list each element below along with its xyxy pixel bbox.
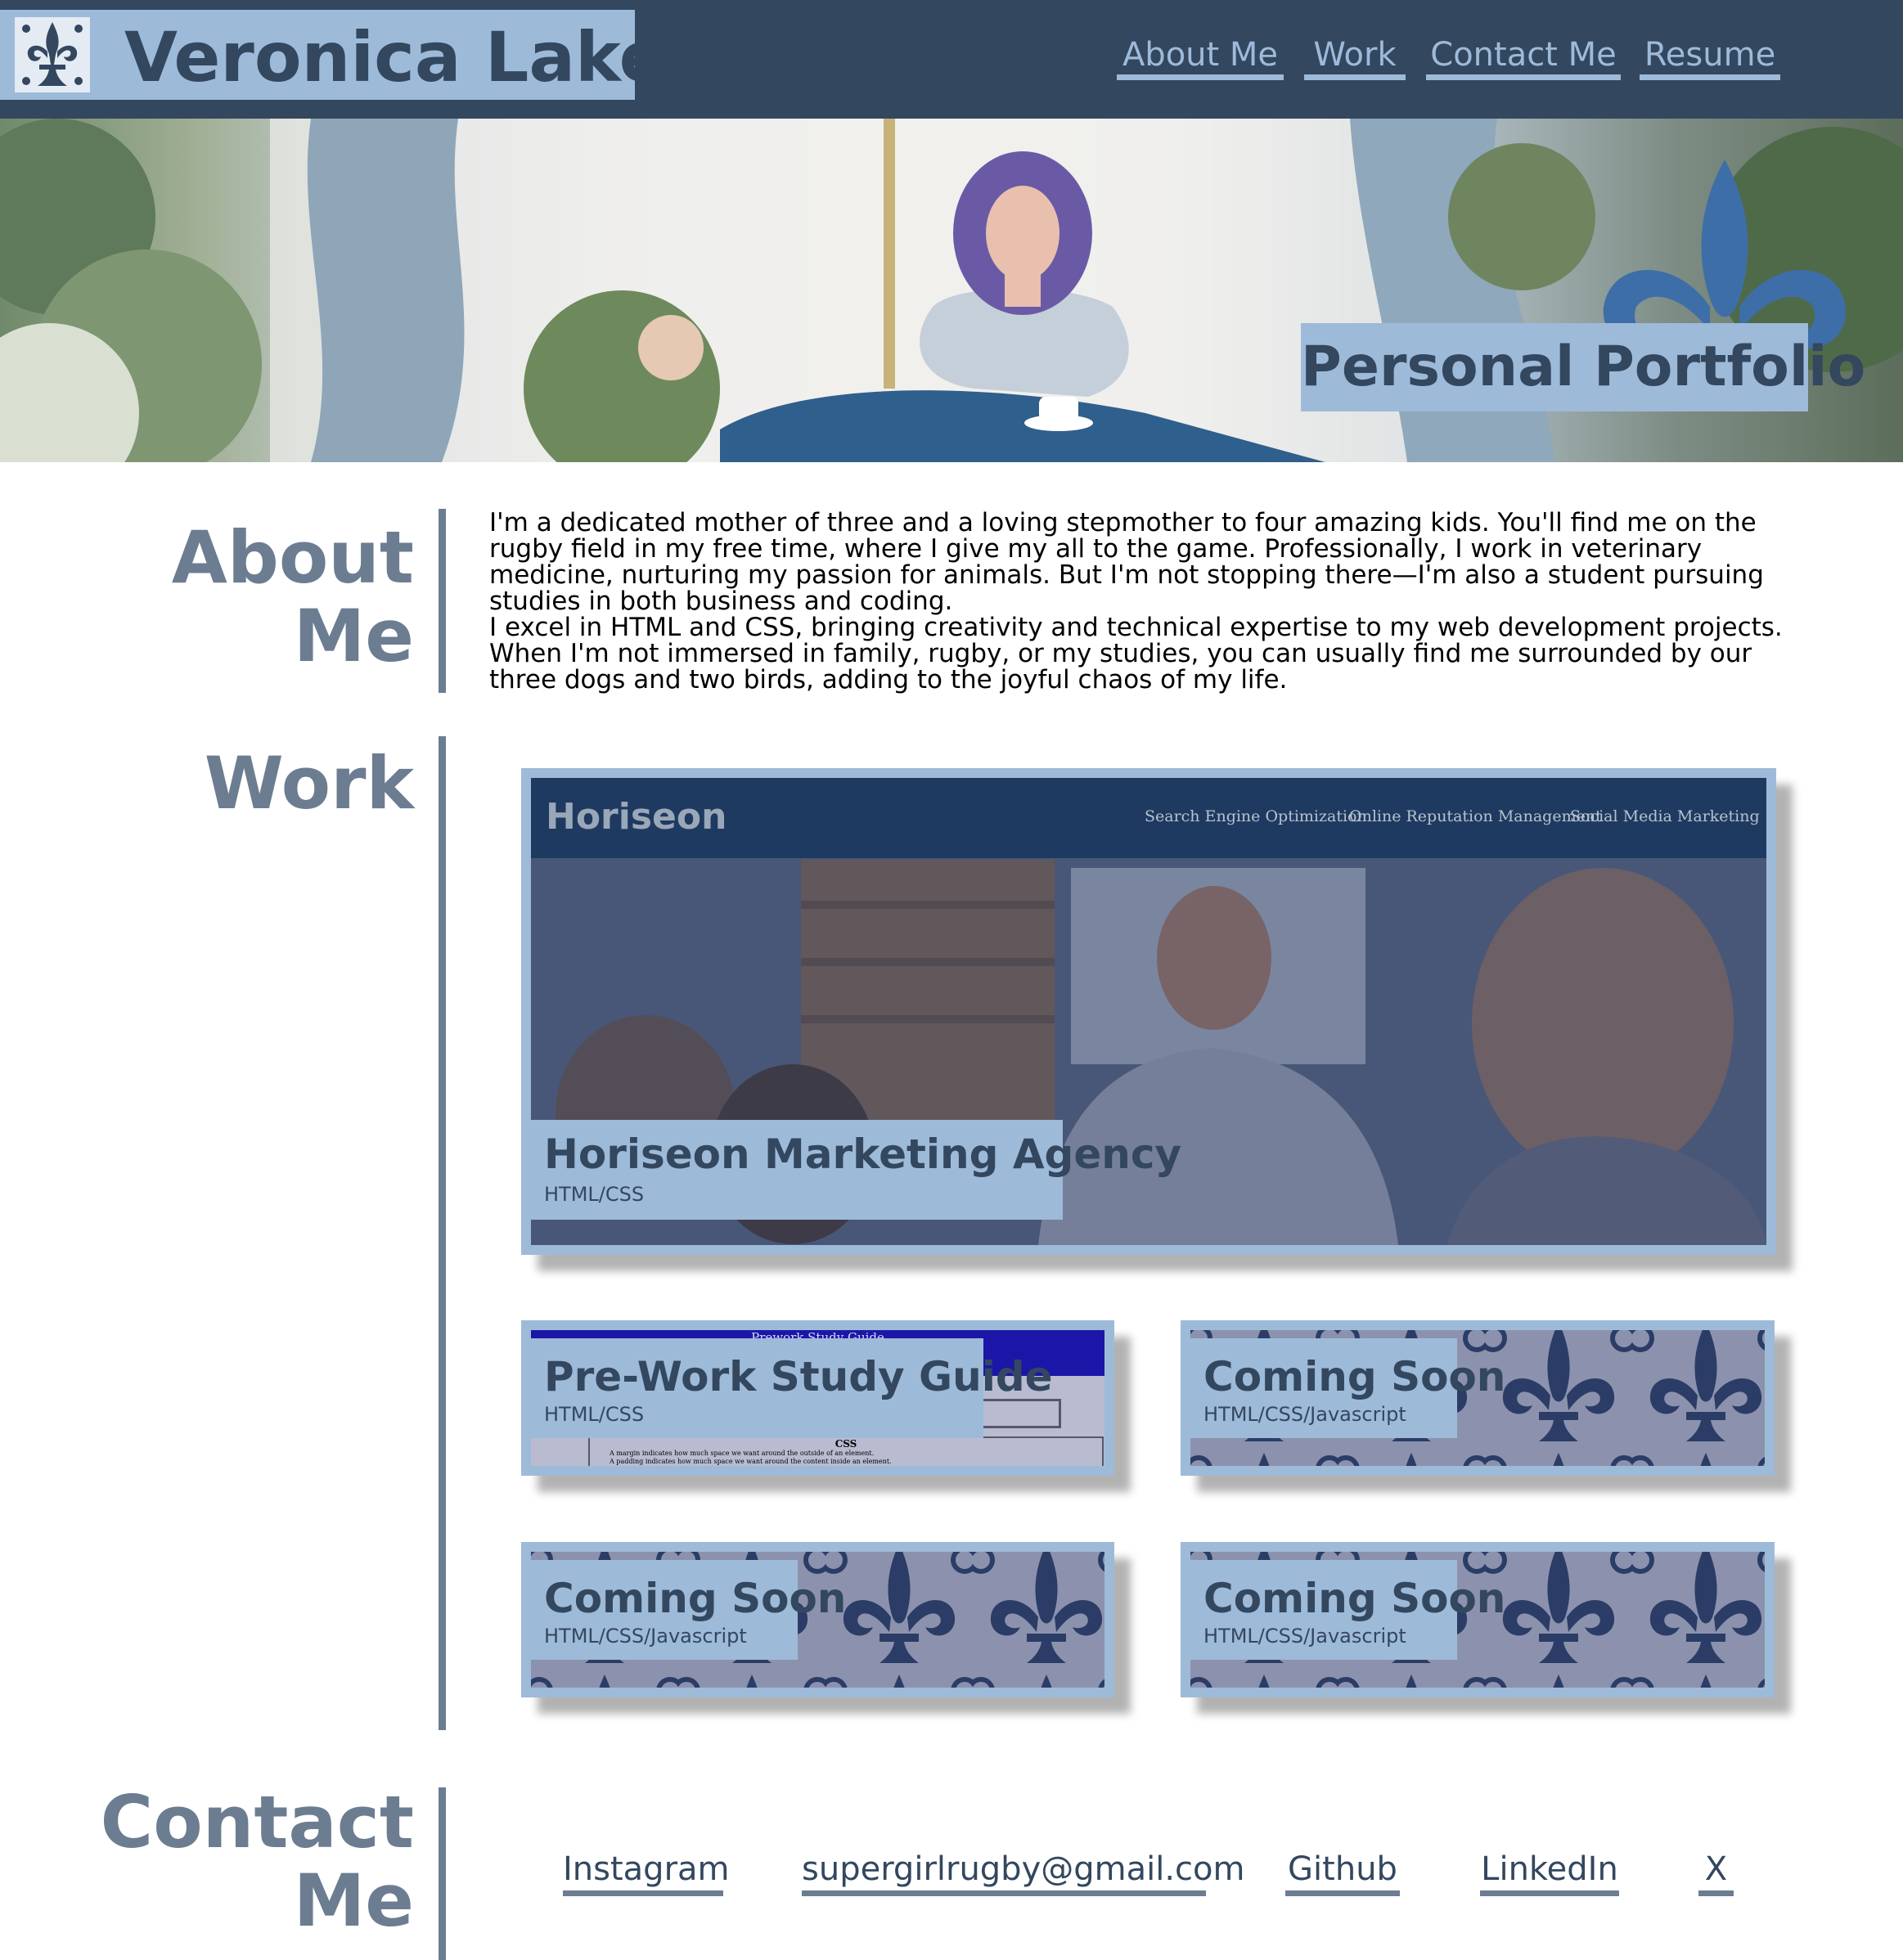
contact-me-heading: Contact Me (101, 1783, 414, 1940)
project-2-label: Coming Soon HTML/CSS/Javascript (1190, 1338, 1506, 1438)
contact-me-heading-line1: Contact (100, 1780, 414, 1864)
featured-project-tech: HTML/CSS (544, 1183, 645, 1206)
work-divider (439, 736, 446, 1730)
project-card-3[interactable]: Coming Soon HTML/CSS/Javascript (521, 1542, 1114, 1697)
contact-link-linkedin[interactable]: LinkedIn (1480, 1842, 1619, 1896)
about-me-heading-line1: About (171, 515, 414, 600)
nav-link-about-me[interactable]: About Me (1117, 29, 1284, 80)
hero-title: Personal Portfolio (1301, 323, 1865, 411)
prework-preview-line-1: A margin indicates how much space we wan… (610, 1450, 875, 1457)
project-1-tech: HTML/CSS (544, 1403, 645, 1426)
nav-link-work[interactable]: Work (1304, 29, 1406, 80)
project-3-label: Coming Soon HTML/CSS/Javascript (531, 1560, 847, 1660)
about-me-heading-line2: Me (293, 594, 414, 678)
project-2-tech: HTML/CSS/Javascript (1203, 1403, 1406, 1426)
horiseon-preview-nav-1: Search Engine Optimization (1145, 807, 1367, 825)
contact-me-divider (439, 1787, 446, 1960)
fleur-de-lis-icon (15, 17, 90, 92)
contact-me-heading-line2: Me (293, 1859, 414, 1943)
featured-project-title: Horiseon Marketing Agency (544, 1131, 1182, 1178)
contact-link-email[interactable]: supergirlrugby@gmail.com (802, 1842, 1244, 1896)
project-card-1[interactable]: Prework Study Guide CSS A margin indicat… (521, 1320, 1114, 1476)
hero-banner: Personal Portfolio (0, 119, 1903, 462)
project-4-label: Coming Soon HTML/CSS/Javascript (1190, 1560, 1506, 1660)
nav-link-resume[interactable]: Resume (1640, 29, 1780, 80)
prework-preview-box (973, 1399, 1061, 1428)
horiseon-preview-nav-2: Online Reputation Management (1349, 807, 1602, 825)
project-card-4[interactable]: Coming Soon HTML/CSS/Javascript (1181, 1542, 1775, 1697)
site-owner-name: Veronica Lake (124, 17, 666, 97)
project-1-title: Pre-Work Study Guide (544, 1353, 1053, 1400)
project-3-title: Coming Soon (544, 1575, 847, 1622)
project-3-tech: HTML/CSS/Javascript (544, 1625, 747, 1648)
nav-link-contact-me[interactable]: Contact Me (1426, 29, 1621, 80)
project-4-tech: HTML/CSS/Javascript (1203, 1625, 1406, 1648)
contact-link-github[interactable]: Github (1285, 1842, 1400, 1896)
about-paragraph-2: I excel in HTML and CSS, bringing creati… (489, 613, 1783, 695)
brand-block: Veronica Lake (0, 10, 666, 100)
about-me-divider (439, 509, 446, 693)
prework-preview-section-title: CSS (835, 1438, 857, 1450)
horiseon-preview-nav-3: Social Media Marketing (1570, 807, 1760, 825)
contact-link-x[interactable]: X (1698, 1842, 1734, 1896)
work-heading: Work (204, 741, 414, 825)
featured-project-label: Horiseon Marketing Agency HTML/CSS (531, 1120, 1182, 1220)
project-4-title: Coming Soon (1203, 1575, 1506, 1622)
project-2-title: Coming Soon (1203, 1353, 1506, 1400)
contact-link-instagram[interactable]: Instagram (563, 1842, 730, 1896)
featured-project-card[interactable]: Horiseon Search Engine Optimization Onli… (521, 768, 1776, 1255)
top-navigation-bar: Veronica Lake About Me Work Contact Me R… (0, 0, 1903, 119)
prework-preview-line-2: A padding indicates how much space we wa… (610, 1458, 892, 1465)
project-card-2[interactable]: Coming Soon HTML/CSS/Javascript (1181, 1320, 1775, 1476)
about-paragraph-1: I'm a dedicated mother of three and a lo… (489, 508, 1764, 616)
project-1-label: Pre-Work Study Guide HTML/CSS (531, 1338, 1053, 1438)
prework-preview-section: CSS A margin indicates how much space we… (588, 1436, 1104, 1466)
about-me-heading: About Me (172, 519, 414, 676)
horiseon-preview-brand: Horiseon (546, 796, 727, 838)
